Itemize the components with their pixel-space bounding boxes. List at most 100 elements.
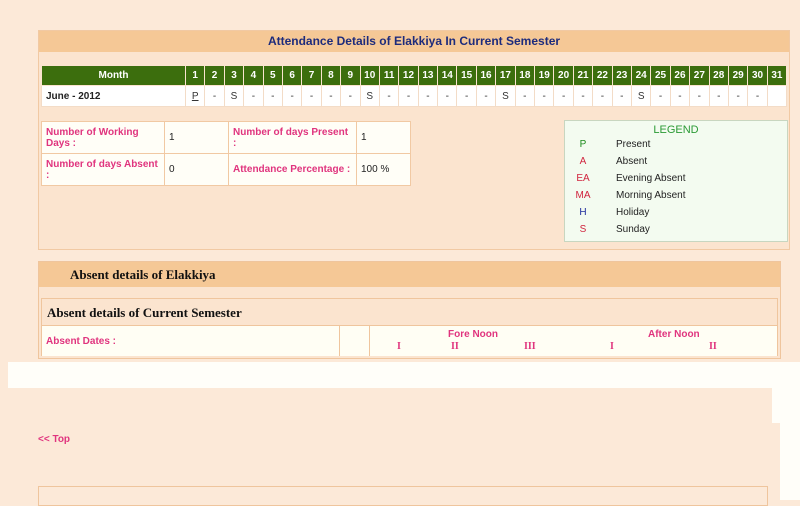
day-header: 11 — [378, 65, 400, 86]
legend-description: Holiday — [616, 207, 650, 218]
day-header: 16 — [475, 65, 497, 86]
fore-session-1: I — [397, 341, 401, 352]
day-status-cell: - — [611, 85, 632, 107]
summary-row: Number of days Absent : 0 Attendance Per… — [41, 153, 411, 186]
day-header: 21 — [572, 65, 594, 86]
day-header: 26 — [669, 65, 691, 86]
after-session-2: II — [709, 341, 717, 352]
working-days-value: 1 — [164, 121, 229, 154]
legend-item: MA Morning Absent — [565, 187, 787, 204]
day-header: 7 — [301, 65, 322, 86]
day-header: 6 — [281, 65, 303, 86]
table-header-row: Month 1 2 3 4 5 6 7 8 9 10 11 12 13 14 15 16 17 18 19 20 21 2… — [41, 65, 788, 86]
page-title: Attendance Details of Elakkiya In Curren… — [39, 31, 789, 52]
day-status-cell: - — [204, 85, 225, 107]
day-status-cell: - — [398, 85, 419, 107]
day-status-cell: - — [456, 85, 477, 107]
day-header: 28 — [708, 65, 729, 86]
legend-description: Absent — [616, 156, 648, 167]
day-header: 23 — [611, 65, 632, 86]
day-status-cell: S — [630, 85, 652, 107]
day-header: 13 — [417, 65, 439, 86]
month-label: June - 2012 — [41, 85, 186, 107]
table-row: June - 2012 P-S------S------S------S----… — [41, 85, 788, 107]
day-status-cell: - — [475, 85, 497, 107]
day-status-cell: - — [689, 85, 710, 107]
attendance-table: Month 1 2 3 4 5 6 7 8 9 10 11 12 13 14 15 16 17 18 19 20 21 2… — [41, 65, 788, 107]
day-status-cell: - — [708, 85, 729, 107]
day-status-cell: - — [514, 85, 536, 107]
percentage-label: Attendance Percentage : — [228, 153, 357, 186]
legend-code: MA — [575, 190, 591, 201]
day-status-cell: - — [340, 85, 361, 107]
legend-item: P Present — [565, 136, 787, 153]
day-header: 2 — [204, 65, 225, 86]
day-status-cell[interactable]: P — [184, 85, 206, 107]
day-status-cell: - — [320, 85, 342, 107]
day-status-cell: - — [747, 85, 768, 107]
day-header: 1 — [184, 65, 206, 86]
day-header: 8 — [320, 65, 342, 86]
after-session-1: I — [610, 341, 614, 352]
absent-spacer-cell — [340, 326, 370, 356]
day-status-cell: - — [592, 85, 613, 107]
day-status-cell: - — [262, 85, 283, 107]
legend-description: Morning Absent — [616, 190, 686, 201]
absent-semester-box: Absent details of Current Semester Absen… — [41, 298, 778, 356]
day-status-cell: - — [281, 85, 303, 107]
day-status-cell: S — [223, 85, 245, 107]
day-header: 29 — [727, 65, 749, 86]
legend-description: Evening Absent — [616, 173, 686, 184]
legend-code: P — [579, 139, 587, 150]
day-header: 20 — [553, 65, 574, 86]
absent-days-label: Number of days Absent : — [41, 153, 165, 186]
absent-semester-title: Absent details of Current Semester — [42, 299, 777, 326]
day-header: 17 — [495, 65, 516, 86]
absent-panel-title: Absent details of Elakkiya — [39, 262, 780, 287]
divider-band — [780, 423, 800, 500]
day-header: 9 — [340, 65, 361, 86]
present-label: Number of days Present : — [228, 121, 357, 154]
day-header: 14 — [437, 65, 458, 86]
absent-dates-row: Absent Dates : Fore Noon After Noon I II… — [42, 326, 777, 356]
day-status-cell: S — [495, 85, 516, 107]
legend-code: A — [579, 156, 587, 167]
day-header: 10 — [359, 65, 380, 86]
present-value: 1 — [356, 121, 411, 154]
day-status-cell: - — [727, 85, 749, 107]
fore-noon-label: Fore Noon — [448, 329, 498, 340]
day-status-cell: - — [534, 85, 555, 107]
legend-item: EA Evening Absent — [565, 170, 787, 187]
divider-band — [8, 362, 800, 388]
fore-session-2: II — [451, 341, 459, 352]
day-status-cell: - — [301, 85, 322, 107]
fore-session-3: III — [524, 341, 536, 352]
legend-box: LEGEND P Present A Absent EA Evening Absent MA… — [564, 120, 788, 242]
day-status-cell: S — [359, 85, 380, 107]
absent-details-panel: Absent details of Elakkiya Absent detail… — [38, 261, 781, 359]
day-header: 5 — [262, 65, 283, 86]
day-status-cell: - — [378, 85, 400, 107]
day-header: 4 — [243, 65, 264, 86]
after-noon-label: After Noon — [648, 329, 700, 340]
legend-code: H — [579, 207, 587, 218]
day-status-cell — [766, 85, 788, 107]
legend-code: S — [579, 224, 587, 235]
absent-dates-label: Absent Dates : — [46, 336, 117, 347]
back-to-top-link[interactable]: << Top — [38, 434, 70, 445]
day-header: 31 — [766, 65, 788, 86]
summary-row: Number of Working Days : 1 Number of day… — [41, 121, 411, 154]
day-status-cell: - — [553, 85, 574, 107]
day-header: 27 — [689, 65, 710, 86]
working-days-label: Number of Working Days : — [41, 121, 165, 154]
legend-description: Present — [616, 139, 651, 150]
percentage-value: 100 % — [356, 153, 411, 186]
summary-table: Number of Working Days : 1 Number of day… — [41, 121, 411, 186]
legend-item: H Holiday — [565, 204, 787, 221]
legend-code: EA — [576, 173, 590, 184]
legend-title: LEGEND — [653, 124, 699, 136]
day-status-cell: - — [243, 85, 264, 107]
day-header: 19 — [534, 65, 555, 86]
day-status-cell: - — [417, 85, 439, 107]
day-header: 3 — [223, 65, 245, 86]
